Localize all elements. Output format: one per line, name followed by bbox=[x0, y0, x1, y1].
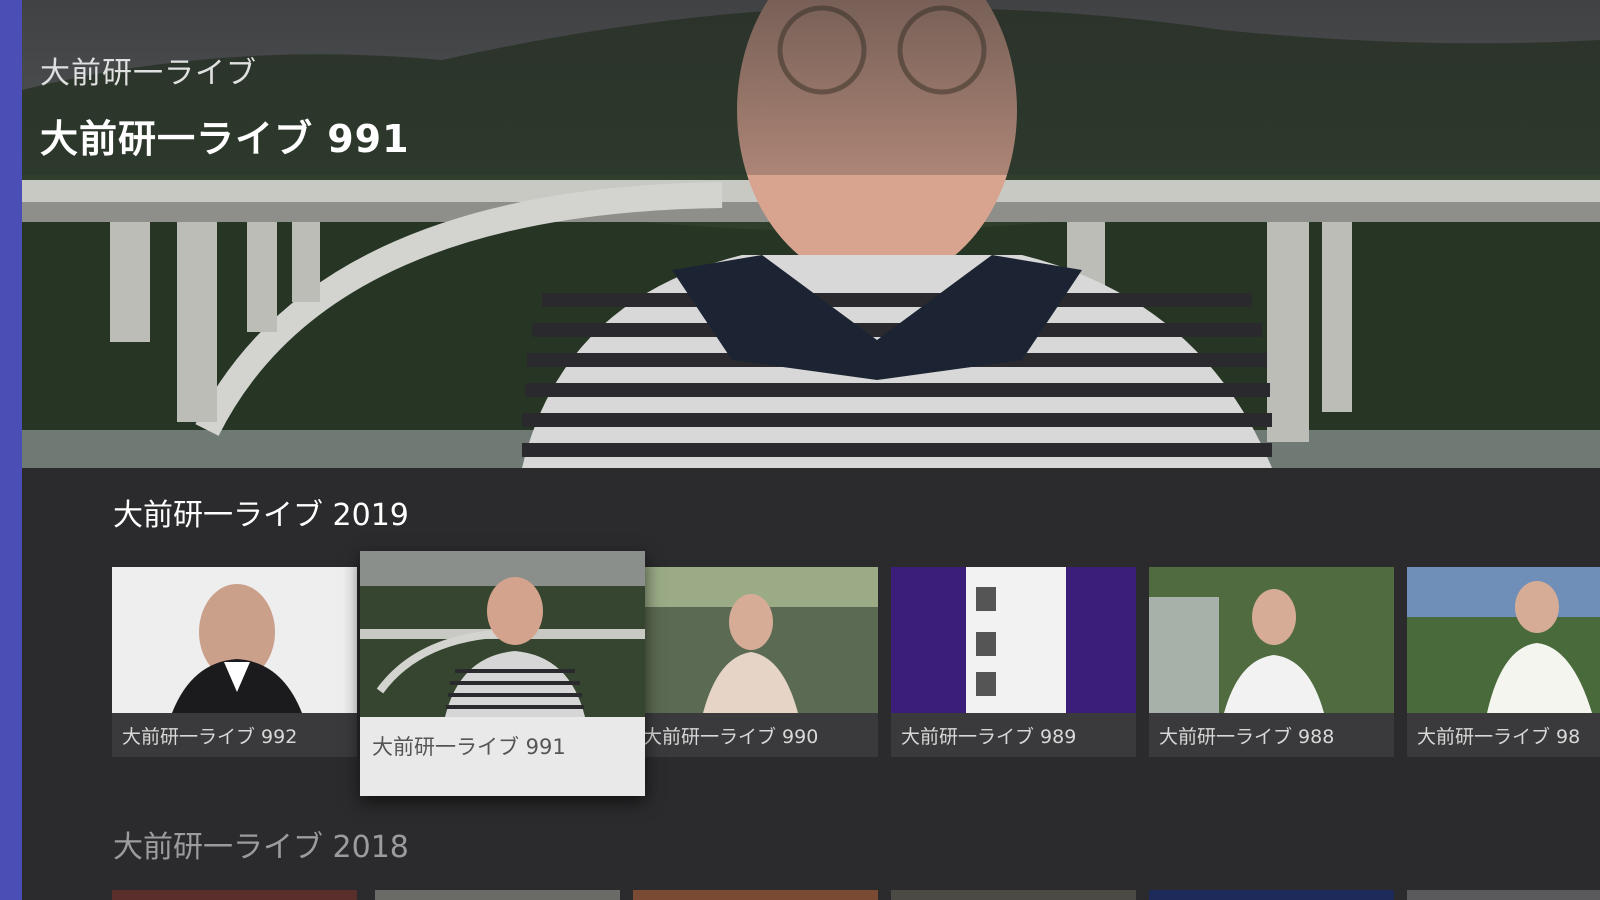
video-thumbnail bbox=[1407, 567, 1600, 713]
video-card-partial[interactable] bbox=[891, 890, 1136, 900]
row-header-2019: 大前研一ライブ 2019 bbox=[113, 498, 409, 533]
video-thumbnail bbox=[891, 567, 1136, 713]
video-card[interactable]: 大前研一ライブ 989 bbox=[891, 567, 1136, 757]
video-card-partial[interactable] bbox=[375, 890, 620, 900]
video-card-partial[interactable] bbox=[633, 890, 878, 900]
row-header-2018: 大前研一ライブ 2018 bbox=[113, 830, 409, 865]
video-thumbnail bbox=[360, 551, 645, 717]
video-title: 大前研一ライブ 98 bbox=[1417, 726, 1581, 748]
video-card[interactable]: 大前研一ライブ 990 bbox=[633, 567, 878, 757]
video-thumbnail bbox=[633, 567, 878, 713]
video-card-partial[interactable] bbox=[1149, 890, 1394, 900]
video-title: 大前研一ライブ 992 bbox=[122, 726, 298, 748]
left-accent-rail bbox=[0, 0, 22, 900]
video-title: 大前研一ライブ 989 bbox=[901, 726, 1077, 748]
video-card-partial[interactable] bbox=[112, 890, 357, 900]
video-card-focused[interactable]: 大前研一ライブ 991 bbox=[360, 551, 645, 796]
hero-backdrop bbox=[22, 0, 1600, 468]
hero-title: 大前研一ライブ 991 bbox=[40, 117, 410, 161]
video-thumbnail bbox=[1149, 567, 1394, 713]
video-card-partial[interactable] bbox=[1407, 890, 1600, 900]
video-card[interactable]: 大前研一ライブ 98 bbox=[1407, 567, 1600, 757]
video-card[interactable]: 大前研一ライブ 988 bbox=[1149, 567, 1394, 757]
breadcrumb: 大前研一ライブ bbox=[40, 56, 257, 91]
video-title: 大前研一ライブ 991 bbox=[372, 735, 566, 759]
video-card[interactable]: 大前研一ライブ 992 bbox=[112, 567, 357, 757]
video-title: 大前研一ライブ 990 bbox=[643, 726, 819, 748]
video-title: 大前研一ライブ 988 bbox=[1159, 726, 1335, 748]
video-thumbnail bbox=[112, 567, 357, 713]
